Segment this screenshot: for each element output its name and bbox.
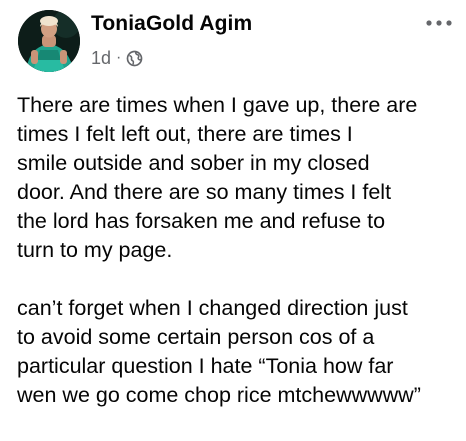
globe-icon[interactable]	[126, 50, 143, 67]
author-avatar[interactable]	[18, 10, 80, 72]
author-name[interactable]: ToniaGold Agim	[91, 12, 252, 36]
avatar-image	[18, 10, 80, 72]
post-paragraph-2: can’t forget when I changed direction ju…	[17, 296, 421, 407]
post-paragraph-1: There are times when I gave up, there ar…	[17, 93, 418, 262]
facebook-post: ToniaGold Agim 1d · There are times when…	[0, 0, 466, 441]
post-text: There are times when I gave up, there ar…	[17, 91, 462, 439]
post-meta: 1d ·	[91, 47, 143, 69]
more-options-button[interactable]	[424, 13, 454, 33]
more-options-icon	[426, 20, 452, 26]
post-timestamp[interactable]: 1d	[91, 48, 111, 69]
meta-separator: ·	[116, 49, 122, 66]
